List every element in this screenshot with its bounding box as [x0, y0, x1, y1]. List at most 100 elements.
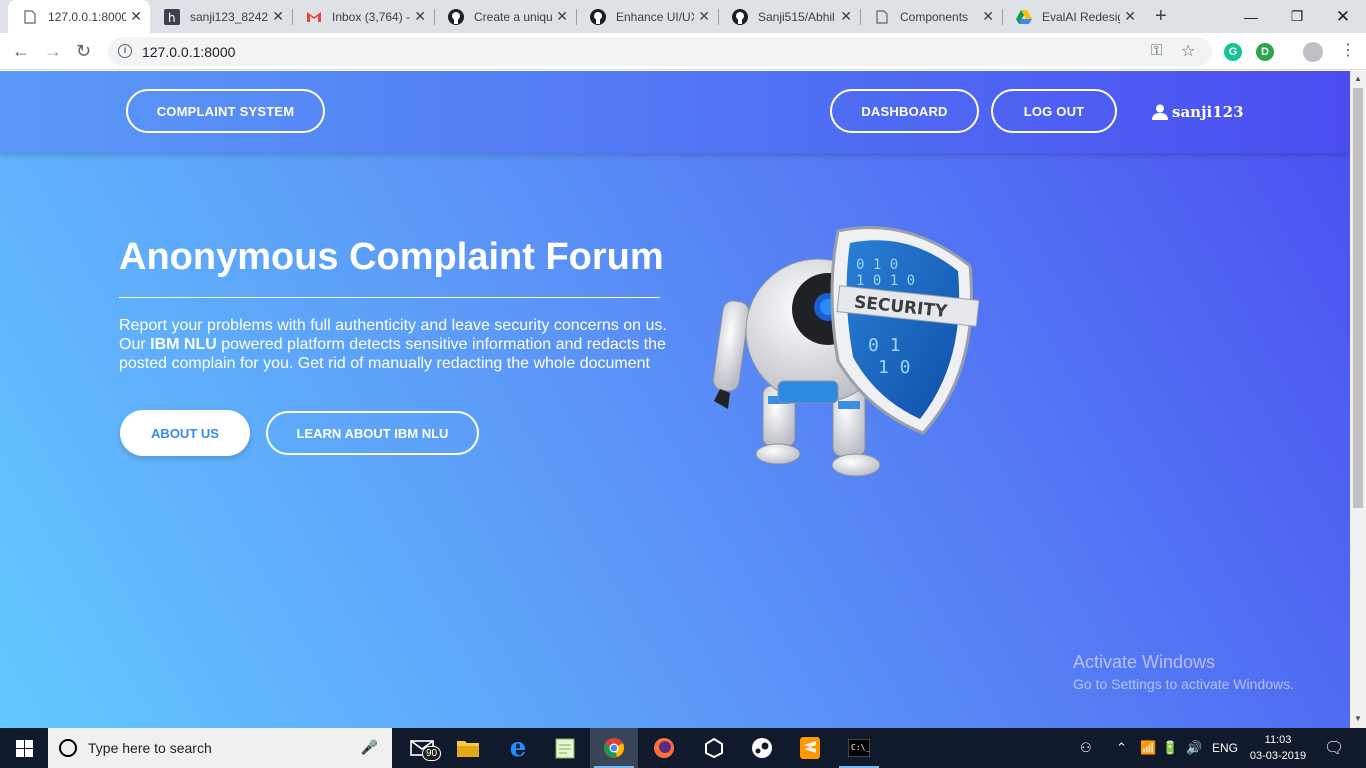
dashboard-button[interactable]: DASHBOARD: [830, 89, 979, 133]
minimize-icon[interactable]: —: [1228, 0, 1274, 33]
tab-title: Inbox (3,764) -: [332, 9, 410, 24]
close-icon[interactable]: ✕: [698, 9, 710, 23]
clock-time: 11:03: [1264, 734, 1292, 746]
svg-text:h: h: [168, 11, 176, 25]
grammarly-icon[interactable]: G: [1224, 43, 1242, 61]
action-center-icon[interactable]: 🗨: [1324, 728, 1344, 768]
url-text: 127.0.0.1:8000: [142, 44, 236, 60]
drive-icon: [1016, 9, 1032, 25]
edge-icon[interactable]: e: [494, 728, 542, 768]
tab-hackerrank[interactable]: h sanji123_8242 ✕: [150, 0, 292, 33]
unity-icon[interactable]: [690, 728, 738, 768]
user-icon: [1152, 104, 1168, 120]
star-icon[interactable]: ☆: [1181, 41, 1195, 61]
tab-github-1[interactable]: Create a uniqu ✕: [434, 0, 576, 33]
file-explorer-icon[interactable]: [444, 728, 492, 768]
close-icon[interactable]: ✕: [982, 9, 994, 23]
start-button[interactable]: [0, 728, 48, 768]
firefox-icon[interactable]: [640, 728, 688, 768]
svg-text:1 0 1 0: 1 0 1 0: [856, 273, 915, 289]
notepad-plus-icon[interactable]: [541, 728, 589, 768]
about-us-button[interactable]: ABOUT US: [120, 410, 250, 456]
windows-taskbar: Type here to search 🎤 90 e C:\_ ⚇ ⌃ 📶 🔋 …: [0, 728, 1366, 768]
restore-icon[interactable]: ❐: [1274, 0, 1320, 33]
cortana-icon: [59, 739, 77, 757]
svg-text:0 1 0: 0 1 0: [856, 257, 898, 273]
tab-strip: 127.0.0.1:8000 ✕ h sanji123_8242 ✕ Inbox…: [0, 0, 1366, 33]
tab-title: Enhance UI/UX: [616, 9, 694, 24]
tab-title: Sanji515/Abhil: [758, 9, 835, 24]
windows-watermark-title: Activate Windows: [1073, 652, 1216, 672]
scroll-up-icon[interactable]: ▲: [1354, 74, 1362, 83]
mail-badge: 90: [422, 746, 442, 761]
logout-button[interactable]: LOG OUT: [991, 89, 1117, 133]
close-icon[interactable]: ✕: [1124, 9, 1136, 23]
tab-title: EvalAI Redesig: [1042, 9, 1120, 24]
github-icon: [448, 8, 464, 25]
close-icon[interactable]: ✕: [414, 9, 426, 23]
site-navbar: COMPLAINT SYSTEM DASHBOARD LOG OUT sanji…: [0, 71, 1350, 153]
forward-icon[interactable]: →: [44, 42, 62, 60]
tab-gmail[interactable]: Inbox (3,764) - ✕: [292, 0, 434, 33]
volume-icon[interactable]: 🔊: [1186, 728, 1202, 768]
vertical-scrollbar[interactable]: ▲ ▼: [1350, 71, 1366, 728]
windows-logo-icon: [15, 739, 33, 757]
key-icon[interactable]: ⚿: [1151, 42, 1162, 59]
sublime-text-icon[interactable]: [786, 728, 834, 768]
extension-icon[interactable]: D: [1256, 43, 1274, 61]
username: sanji123: [1172, 103, 1244, 121]
hero-text-bold: IBM NLU: [150, 336, 217, 353]
page-icon: [22, 9, 38, 25]
address-bar[interactable]: i 127.0.0.1:8000 ⚿ ☆: [108, 37, 1212, 66]
steam-icon[interactable]: [738, 728, 786, 768]
tab-title: 127.0.0.1:8000: [48, 9, 126, 24]
close-icon[interactable]: ✕: [130, 9, 142, 23]
tab-title: sanji123_8242: [190, 9, 268, 24]
tab-components[interactable]: Components ✕: [860, 0, 1002, 33]
terminal-icon[interactable]: C:\_: [835, 728, 883, 768]
page-content: COMPLAINT SYSTEM DASHBOARD LOG OUT sanji…: [0, 71, 1350, 728]
learn-ibm-nlu-button[interactable]: LEARN ABOUT IBM NLU: [266, 411, 479, 455]
close-icon[interactable]: ✕: [556, 9, 568, 23]
search-placeholder: Type here to search: [88, 740, 212, 756]
windows-watermark-subtitle: Go to Settings to activate Windows.: [1073, 676, 1294, 692]
profile-avatar-icon[interactable]: [1303, 42, 1323, 62]
svg-text:C:\_: C:\_: [851, 743, 870, 752]
menu-icon[interactable]: ⋮: [1340, 40, 1356, 60]
tab-drive[interactable]: EvalAI Redesig ✕: [1002, 0, 1144, 33]
close-icon[interactable]: ✕: [840, 9, 852, 23]
hero-description: Report your problems with full authentic…: [119, 316, 679, 373]
tab-title: Create a uniqu: [474, 9, 552, 24]
browser-toolbar: ← → ↻ i 127.0.0.1:8000 ⚿ ☆ G D ⋮: [0, 33, 1366, 70]
tab-localhost[interactable]: 127.0.0.1:8000 ✕: [8, 0, 150, 33]
clock-date: 03-03-2019: [1249, 750, 1307, 762]
microphone-icon[interactable]: 🎤: [361, 739, 378, 756]
user-menu[interactable]: sanji123: [1152, 103, 1244, 121]
brand-button[interactable]: COMPLAINT SYSTEM: [126, 89, 325, 133]
reload-icon[interactable]: ↻: [76, 42, 91, 60]
info-icon[interactable]: i: [118, 44, 132, 58]
tray-expand-icon[interactable]: ⌃: [1116, 728, 1127, 768]
hackerrank-icon: h: [164, 8, 180, 25]
language-indicator[interactable]: ENG: [1212, 728, 1238, 768]
tab-github-2[interactable]: Enhance UI/UX ✕: [576, 0, 718, 33]
chrome-icon[interactable]: [590, 728, 638, 768]
battery-icon[interactable]: 🔋: [1162, 728, 1178, 768]
hero-title: Anonymous Complaint Forum: [119, 236, 664, 278]
github-icon: [590, 8, 606, 25]
security-robot-illustration: 0 1 0 1 0 1 0 0 1 1 0 SECURITY: [712, 226, 980, 477]
scroll-thumb[interactable]: [1353, 88, 1363, 508]
tab-title: Components: [900, 9, 969, 24]
close-icon[interactable]: ✕: [272, 9, 284, 23]
wifi-icon[interactable]: 📶: [1140, 728, 1156, 768]
gmail-icon: [306, 9, 322, 25]
taskbar-clock[interactable]: 11:03 03-03-2019: [1245, 732, 1311, 764]
taskbar-search[interactable]: Type here to search 🎤: [48, 728, 392, 768]
svg-text:1 0: 1 0: [878, 357, 911, 378]
new-tab-icon[interactable]: +: [1155, 5, 1167, 28]
back-icon[interactable]: ←: [12, 42, 30, 60]
window-close-icon[interactable]: ✕: [1320, 0, 1366, 33]
tab-github-3[interactable]: Sanji515/Abhil ✕: [718, 0, 860, 33]
scroll-down-icon[interactable]: ▼: [1354, 714, 1362, 723]
people-icon[interactable]: ⚇: [1080, 728, 1092, 768]
